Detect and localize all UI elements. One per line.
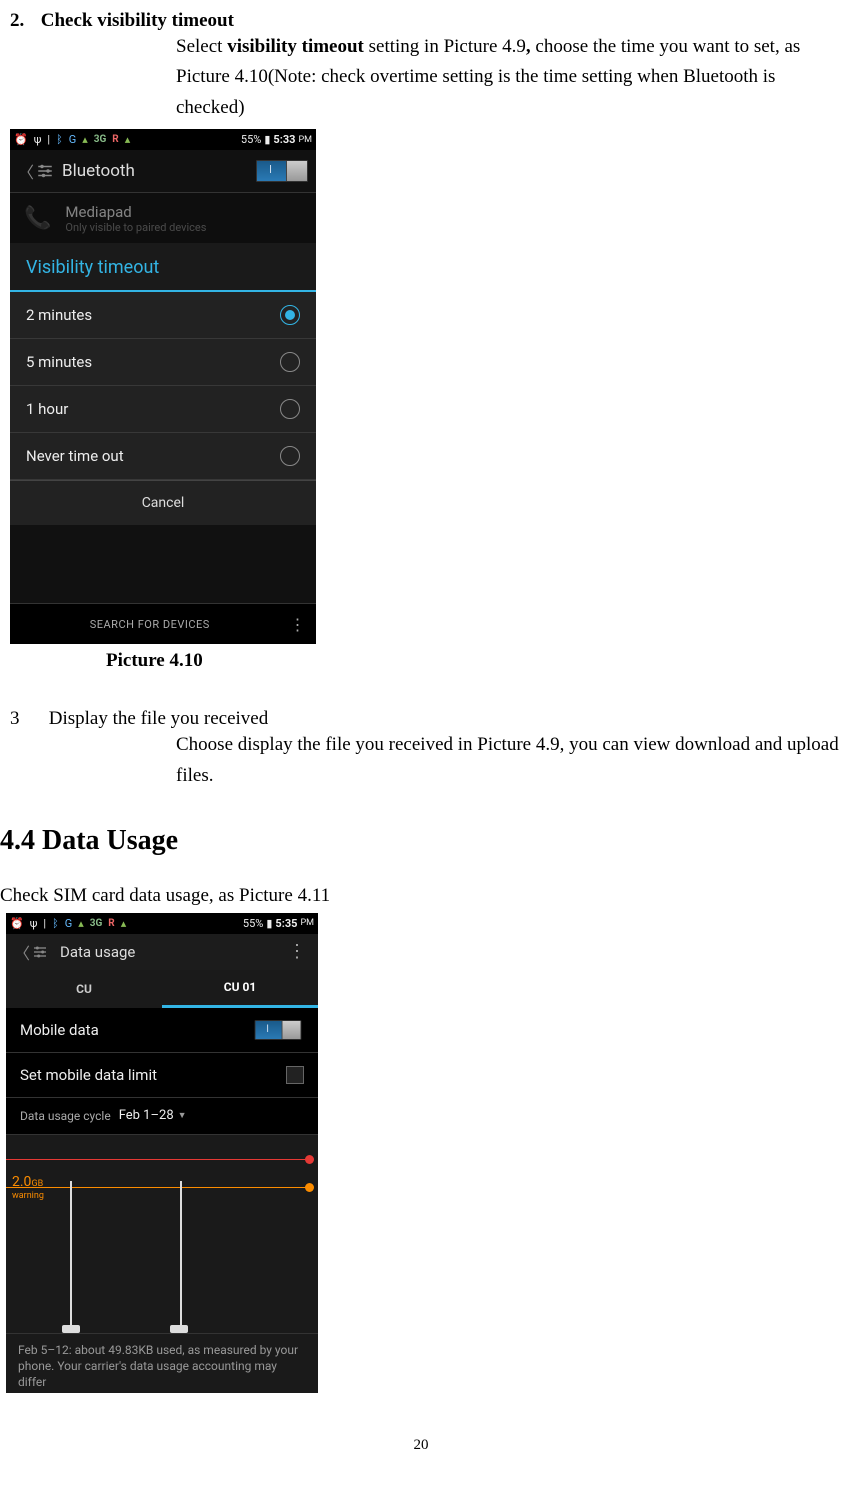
limit-line[interactable] [6, 1159, 310, 1160]
divider-icon: | [43, 917, 46, 930]
row-label: Set mobile data limit [20, 1066, 157, 1084]
tab-cu[interactable]: CU [6, 970, 162, 1008]
overflow-icon[interactable]: ⋮ [290, 615, 317, 634]
item-title: Display the file you received [49, 708, 268, 729]
clock-time: 5:35 [275, 917, 297, 930]
heading-data-usage: 4.4 Data Usage [0, 825, 842, 857]
battery-icon: ▮ [266, 917, 272, 930]
warning-label: warning [12, 1191, 44, 1201]
back-icon[interactable]: 〈 [18, 159, 34, 183]
radio-icon [280, 399, 300, 419]
settings-icon-sliders [36, 162, 54, 180]
g-icon: G [69, 133, 77, 146]
bluetooth-toggle[interactable]: I [256, 160, 308, 182]
signal-icon: ▴ [82, 133, 88, 146]
bluetooth-icon: ᛒ [56, 133, 63, 146]
body-text: Check SIM card data usage, as Picture 4.… [0, 885, 842, 907]
divider-icon: | [47, 133, 50, 146]
tab-cu01[interactable]: CU 01 [162, 970, 318, 1008]
g-icon: G [65, 917, 73, 930]
warning-handle[interactable] [305, 1183, 314, 1192]
option-1hour[interactable]: 1 hour [10, 386, 316, 433]
cancel-button[interactable]: Cancel [10, 480, 316, 525]
device-sub: Only visible to paired devices [65, 221, 206, 234]
option-label: 1 hour [26, 400, 68, 418]
device-name: Mediapad [65, 203, 206, 221]
section3-body: Choose display the file you received in … [176, 730, 842, 791]
screenshot-data-usage: ⏰ ψ | ᛒ G ▴ 3G R ▴ 55% ▮ 5:35 PM 〈 Data … [6, 913, 318, 1393]
option-5min[interactable]: 5 minutes [10, 339, 316, 386]
cycle-label: Data usage cycle [20, 1109, 111, 1123]
section2-heading: 2. Check visibility timeout [10, 10, 842, 32]
roaming-icon: R [108, 918, 114, 929]
radio-icon [280, 352, 300, 372]
option-label: 2 minutes [26, 306, 92, 324]
option-2min[interactable]: 2 minutes [10, 292, 316, 339]
cycle-row[interactable]: Data usage cycle Feb 1–28 ▼ [6, 1098, 318, 1135]
signal-icon: ▴ [78, 917, 84, 930]
set-limit-row[interactable]: Set mobile data limit [6, 1053, 318, 1098]
radio-icon [280, 446, 300, 466]
sim-tabs: CU CU 01 [6, 970, 318, 1008]
checkbox-icon[interactable] [286, 1066, 304, 1084]
row-label: Mobile data [20, 1021, 99, 1039]
radio-selected-icon [280, 305, 300, 325]
figure-caption: Picture 4.10 [106, 650, 842, 672]
settings-icon-sliders [32, 944, 48, 960]
battery-pct: 55% [241, 133, 261, 146]
warning-value: 2.0GB [12, 1175, 43, 1189]
section2-body: Select visibility timeout setting in Pic… [176, 32, 842, 123]
bluetooth-icon: ᛒ [52, 917, 59, 930]
range-handle-left[interactable] [62, 1325, 80, 1333]
debug-icon: ψ [34, 133, 42, 146]
phone-icon: 📞 [24, 206, 51, 231]
item-number: 2. [10, 10, 36, 32]
overflow-icon[interactable]: ⋮ [284, 941, 310, 962]
option-label: 5 minutes [26, 353, 92, 371]
screen-title: Bluetooth [62, 161, 256, 181]
screenshot-bluetooth-visibility: ⏰ ψ | ᛒ G ▴ 3G R ▴ 55% ▮ 5:33 PM 〈 Bluet… [10, 129, 316, 644]
roaming-icon: R [112, 134, 118, 145]
dialog-title: Visibility timeout [10, 243, 316, 292]
item-number: 3 [10, 708, 44, 730]
page-number: 20 [0, 1437, 842, 1454]
limit-handle[interactable] [305, 1155, 314, 1164]
option-label: Never time out [26, 447, 124, 465]
network-icon: 3G [90, 918, 103, 929]
range-handle-right[interactable] [170, 1325, 188, 1333]
footer-bar: SEARCH FOR DEVICES ⋮ [10, 603, 316, 644]
network-icon: 3G [94, 134, 107, 145]
screen-title: Data usage [60, 943, 284, 961]
option-never[interactable]: Never time out [10, 433, 316, 480]
usage-summary: Feb 5–12: about 49.83KB used, as measure… [6, 1334, 318, 1393]
usage-chart[interactable]: 2.0GB warning [6, 1135, 318, 1334]
clock-ampm: PM [300, 918, 314, 928]
debug-icon: ψ [30, 917, 38, 930]
mobile-data-toggle[interactable]: I [255, 1020, 302, 1040]
signal2-icon: ▴ [121, 917, 127, 930]
item-title: Check visibility timeout [41, 10, 234, 31]
battery-icon: ▮ [264, 133, 270, 146]
clock-ampm: PM [298, 135, 312, 145]
status-bar: ⏰ ψ | ᛒ G ▴ 3G R ▴ 55% ▮ 5:33 PM [10, 129, 316, 150]
search-devices-button[interactable]: SEARCH FOR DEVICES [10, 618, 290, 631]
battery-pct: 55% [243, 917, 263, 930]
mobile-data-row[interactable]: Mobile data I [6, 1008, 318, 1053]
data-usage-header: 〈 Data usage ⋮ [6, 934, 318, 970]
alarm-icon: ⏰ [10, 917, 24, 930]
bluetooth-header: 〈 Bluetooth I [10, 150, 316, 193]
dropdown-icon: ▼ [178, 1110, 187, 1121]
cycle-value: Feb 1–28 [119, 1108, 174, 1123]
back-icon[interactable]: 〈 [14, 940, 30, 964]
status-bar: ⏰ ψ | ᛒ G ▴ 3G R ▴ 55% ▮ 5:35 PM [6, 913, 318, 934]
section3-heading: 3 Display the file you received [10, 708, 842, 730]
range-selection[interactable] [70, 1181, 182, 1325]
alarm-icon: ⏰ [14, 133, 28, 146]
device-row: 📞 Mediapad Only visible to paired device… [10, 193, 316, 243]
clock-time: 5:33 [273, 133, 295, 146]
signal2-icon: ▴ [125, 133, 131, 146]
